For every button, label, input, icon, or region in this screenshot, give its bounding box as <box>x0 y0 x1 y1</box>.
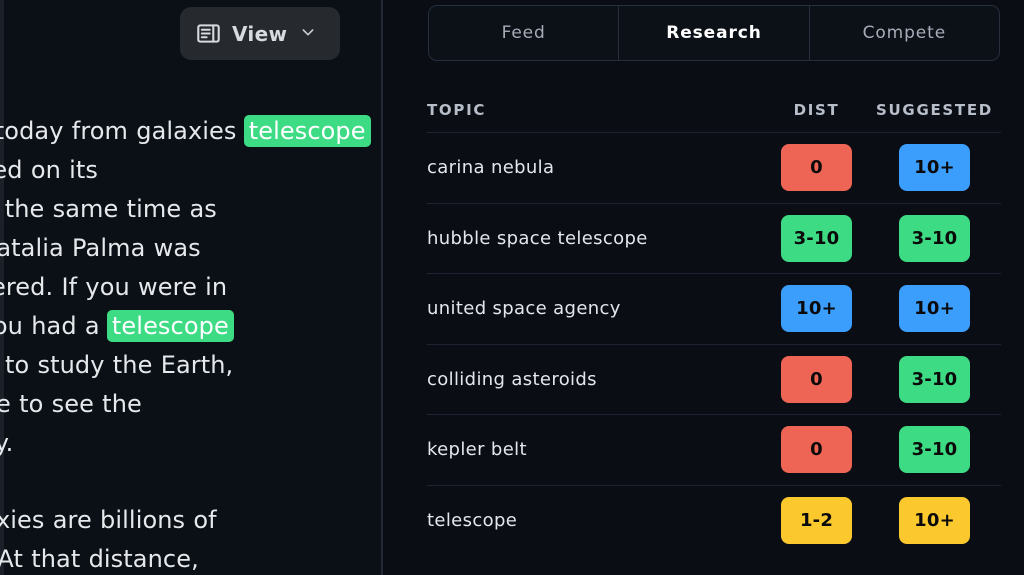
suggested-cell: 10+ <box>868 285 1001 332</box>
topic-name: united space agency <box>427 298 621 319</box>
suggested-cell: 3-10 <box>868 426 1001 473</box>
view-button[interactable]: View <box>180 7 340 60</box>
dist-badge[interactable]: 0 <box>781 426 852 473</box>
chevron-down-icon <box>298 24 316 44</box>
article-paragraph: see today from galaxies telescope starte… <box>0 112 381 463</box>
topic-cell: colliding asteroids <box>427 369 765 390</box>
research-panel: FeedResearchCompete TOPIC DIST SUGGESTED… <box>383 0 1024 575</box>
topic-cell: carina nebula <box>427 157 765 178</box>
dist-badge[interactable]: 10+ <box>781 285 852 332</box>
highlighted-term[interactable]: telescope <box>107 310 234 342</box>
suggested-cell: 10+ <box>868 497 1001 544</box>
article-text-run: ter you had a <box>0 312 108 340</box>
tab-bar: FeedResearchCompete <box>428 5 1000 61</box>
topic-name: kepler belt <box>427 439 527 460</box>
dist-cell: 0 <box>765 356 868 403</box>
article-text-run: ough to study the Earth, <box>0 351 242 379</box>
article-text-run: way. At that distance, <box>0 545 199 573</box>
topic-name: hubble space telescope <box>427 228 648 249</box>
topic-name: colliding asteroids <box>427 369 597 390</box>
tab-compete[interactable]: Compete <box>810 6 999 60</box>
highlighted-term[interactable]: telescope <box>244 115 371 147</box>
article-text-run: gency. <box>0 429 13 457</box>
column-header-topic: TOPIC <box>427 101 765 119</box>
dist-cell: 0 <box>765 144 868 191</box>
suggested-badge[interactable]: 3-10 <box>899 356 970 403</box>
dist-badge[interactable]: 0 <box>781 356 852 403</box>
view-button-label: View <box>232 24 287 44</box>
topic-table: TOPIC DIST SUGGESTED carina nebula 0 10+ hu… <box>427 88 1001 555</box>
suggested-badge[interactable]: 3-10 <box>899 426 970 473</box>
article-text-run: scovered. If you were in <box>0 273 235 301</box>
table-header-row: TOPIC DIST SUGGESTED <box>427 88 1001 132</box>
table-row[interactable]: telescope 1-2 10+ <box>427 485 1001 556</box>
column-header-dist: DIST <box>765 101 868 119</box>
table-row[interactable]: carina nebula 0 10+ <box>427 132 1001 203</box>
column-header-suggested: SUGGESTED <box>868 101 1001 119</box>
article-text-run: see today from galaxies <box>0 117 245 145</box>
suggested-badge[interactable]: 10+ <box>899 497 970 544</box>
dist-badge[interactable]: 0 <box>781 144 852 191</box>
article-body-text: see today from galaxies telescope starte… <box>0 112 381 575</box>
table-row[interactable]: colliding asteroids 0 3-10 <box>427 344 1001 415</box>
article-text-run: galaxies are billions of <box>0 506 225 534</box>
table-row[interactable]: hubble space telescope 3-10 3-10 <box>427 203 1001 274</box>
dist-cell: 0 <box>765 426 868 473</box>
dist-cell: 3-10 <box>765 215 868 262</box>
topic-cell: hubble space telescope <box>427 228 765 249</box>
table-body: carina nebula 0 10+ hubble space telescope 3… <box>427 132 1001 555</box>
suggested-cell: 3-10 <box>868 215 1001 262</box>
dist-cell: 1-2 <box>765 497 868 544</box>
article-text-run: e able to see the <box>0 390 150 418</box>
topic-name: telescope <box>427 510 517 531</box>
suggested-cell: 3-10 <box>868 356 1001 403</box>
suggested-badge[interactable]: 3-10 <box>899 215 970 262</box>
article-text-run: Dr. Natalia Palma was <box>0 234 209 262</box>
article-text-run: us at the same time as <box>0 195 225 223</box>
topic-cell: kepler belt <box>427 439 765 460</box>
dist-cell: 10+ <box>765 285 868 332</box>
app-root: View see today from galaxies telescope s… <box>0 0 1024 575</box>
table-row[interactable]: united space agency 10+ 10+ <box>427 273 1001 344</box>
tab-research[interactable]: Research <box>619 6 809 60</box>
suggested-cell: 10+ <box>868 144 1001 191</box>
topic-name: carina nebula <box>427 157 554 178</box>
suggested-badge[interactable]: 10+ <box>899 285 970 332</box>
article-paragraph: galaxies are billions of way. At that di… <box>0 501 381 575</box>
dist-badge[interactable]: 1-2 <box>781 497 852 544</box>
dist-badge[interactable]: 3-10 <box>781 215 852 262</box>
table-row[interactable]: kepler belt 0 3-10 <box>427 414 1001 485</box>
layout-panel-icon <box>196 21 221 46</box>
article-panel: View see today from galaxies telescope s… <box>0 0 381 575</box>
tab-feed[interactable]: Feed <box>429 6 619 60</box>
topic-cell: united space agency <box>427 298 765 319</box>
topic-cell: telescope <box>427 510 765 531</box>
suggested-badge[interactable]: 10+ <box>899 144 970 191</box>
